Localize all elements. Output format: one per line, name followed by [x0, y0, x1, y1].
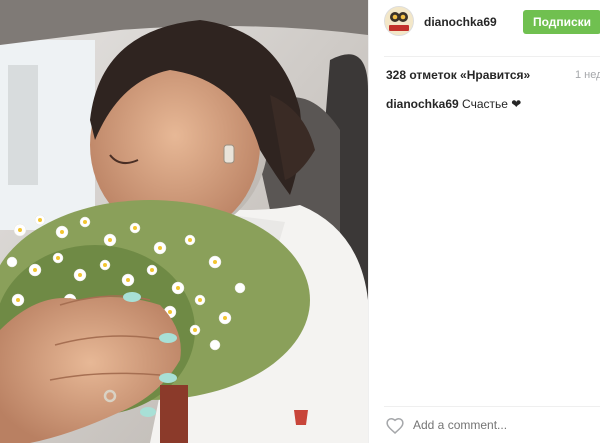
avatar[interactable]	[384, 6, 414, 36]
post-photo[interactable]	[0, 0, 368, 443]
caption-text: Счастье ❤	[462, 97, 522, 111]
caption-username[interactable]: dianochka69	[386, 97, 459, 111]
post-timestamp[interactable]: 1 нед	[575, 69, 600, 81]
comment-input[interactable]	[413, 418, 583, 432]
post-username[interactable]: dianochka69	[424, 15, 497, 29]
likes-count[interactable]: 328 отметок «Нравится»	[386, 68, 530, 82]
post-side-panel: dianochka69 Подписки 328 отметок «Нравит…	[368, 0, 600, 443]
divider	[384, 406, 600, 407]
like-heart-icon[interactable]	[386, 417, 404, 435]
follow-button[interactable]: Подписки	[523, 10, 600, 34]
post-header: dianochka69 Подписки	[369, 0, 600, 46]
divider	[384, 56, 600, 57]
caption: dianochka69 Счастье ❤	[386, 97, 521, 111]
